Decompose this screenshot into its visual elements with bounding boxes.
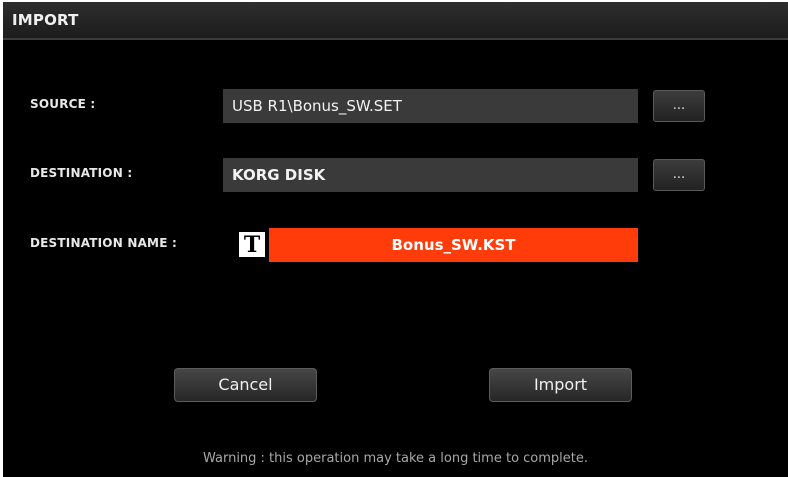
title-bar: IMPORT: [3, 2, 788, 40]
source-browse-button[interactable]: ...: [653, 90, 705, 122]
source-label: SOURCE :: [30, 97, 96, 111]
destination-label: DESTINATION :: [30, 166, 133, 180]
import-dialog: IMPORT SOURCE : USB R1\Bonus_SW.SET ... …: [3, 2, 788, 477]
import-button[interactable]: Import: [489, 368, 632, 402]
destination-name-label: DESTINATION NAME :: [30, 236, 177, 250]
source-field[interactable]: USB R1\Bonus_SW.SET: [223, 89, 638, 123]
text-edit-icon[interactable]: T: [237, 230, 267, 259]
cancel-button[interactable]: Cancel: [174, 368, 317, 402]
dialog-title: IMPORT: [12, 11, 79, 29]
destination-name-field[interactable]: Bonus_SW.KST: [269, 228, 638, 262]
warning-text: Warning : this operation may take a long…: [202, 451, 589, 466]
destination-field[interactable]: KORG DISK: [223, 158, 638, 192]
destination-browse-button[interactable]: ...: [653, 159, 705, 191]
